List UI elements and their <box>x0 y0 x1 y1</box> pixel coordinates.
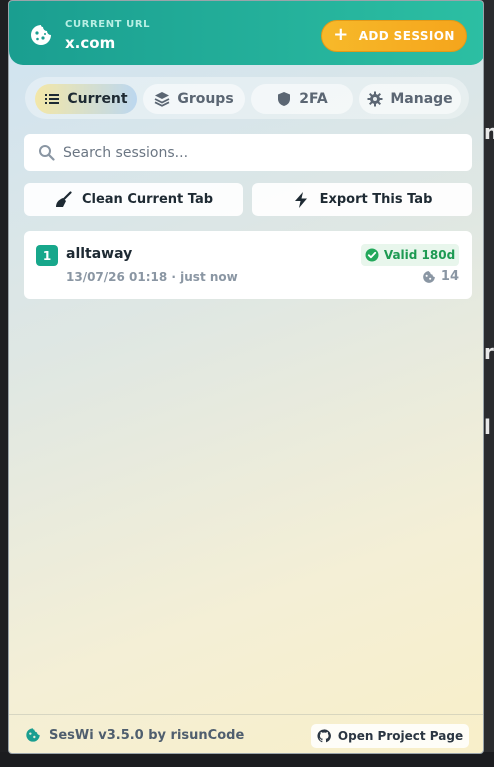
current-url-value: x.com <box>65 34 116 52</box>
session-index-badge: 1 <box>36 245 58 266</box>
footer: SesWi v3.5.0 by risunCode Open Project P… <box>9 714 483 753</box>
tab-manage-label: Manage <box>390 91 453 107</box>
header: CURRENT URL x.com + ADD SESSION <box>9 1 483 65</box>
cookie-count-value: 14 <box>440 269 459 284</box>
github-icon <box>317 729 331 743</box>
tab-current[interactable]: Current <box>35 84 137 114</box>
tab-2fa[interactable]: 2FA <box>251 84 353 114</box>
export-this-tab-button[interactable]: Export This Tab <box>252 183 472 216</box>
cookie-count: 14 <box>422 269 459 284</box>
tab-groups-label: Groups <box>177 91 234 107</box>
validity-badge: Valid 180d <box>361 244 459 266</box>
cookie-icon <box>423 270 435 283</box>
validity-label: Valid 180d <box>383 248 456 262</box>
open-project-page-label: Open Project Page <box>337 729 464 743</box>
footer-brand-text: SesWi v3.5.0 by risunCode <box>49 727 245 743</box>
gear-icon <box>367 91 383 107</box>
export-this-tab-label: Export This Tab <box>319 192 433 207</box>
open-project-page-button[interactable]: Open Project Page <box>311 724 469 748</box>
tab-2fa-label: 2FA <box>299 91 328 107</box>
shield-icon <box>278 92 291 106</box>
session-card[interactable]: 1 alltaway 13/07/26 01:18 · just now Val… <box>24 231 472 299</box>
check-circle-icon <box>365 248 379 262</box>
background-bottom-bar <box>0 752 494 767</box>
current-url-label: CURRENT URL <box>65 19 151 30</box>
background-glyph: r <box>484 340 494 364</box>
tab-bar: Current Groups 2FA Manage <box>25 77 469 119</box>
bolt-icon <box>294 191 307 208</box>
clean-current-tab-button[interactable]: Clean Current Tab <box>24 183 243 216</box>
broom-icon <box>55 190 72 207</box>
footer-brand: SesWi v3.5.0 by risunCode <box>25 727 244 743</box>
plus-icon: + <box>333 24 349 45</box>
clean-current-tab-label: Clean Current Tab <box>81 192 214 207</box>
layers-icon <box>154 92 170 107</box>
background-glyph: l <box>484 415 491 439</box>
add-session-button[interactable]: + ADD SESSION <box>321 20 467 52</box>
search-input[interactable] <box>63 144 443 161</box>
list-icon <box>45 94 60 104</box>
tab-manage[interactable]: Manage <box>359 84 461 114</box>
session-timestamp: 13/07/26 01:18 · just now <box>66 270 238 284</box>
session-name: alltaway <box>66 246 133 262</box>
tab-current-label: Current <box>67 91 128 107</box>
cookie-icon <box>26 728 40 742</box>
search-icon <box>39 145 55 161</box>
add-session-label: ADD SESSION <box>358 29 455 43</box>
search-box <box>24 134 472 171</box>
background-glyph: n <box>484 120 494 144</box>
cookie-icon <box>31 25 51 45</box>
extension-popup: CURRENT URL x.com + ADD SESSION Current <box>8 0 484 754</box>
tab-groups[interactable]: Groups <box>143 84 245 114</box>
